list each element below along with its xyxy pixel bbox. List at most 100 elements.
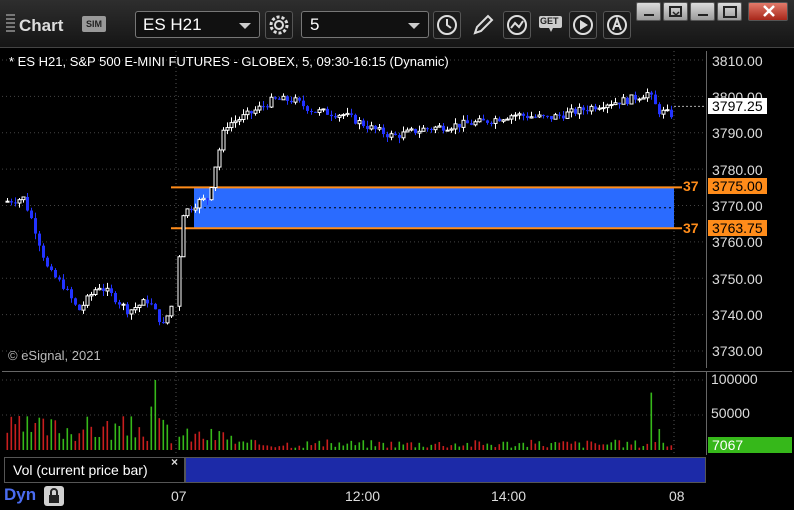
volume-bar <box>490 444 493 450</box>
volume-bar <box>466 442 469 450</box>
chart-header: * ES H21, S&P 500 E-MINI FUTURES - GLOBE… <box>9 54 449 69</box>
replay-button[interactable] <box>569 11 597 39</box>
candle-body <box>618 102 621 105</box>
candle-body <box>213 166 218 189</box>
candle-body <box>93 289 98 295</box>
candle-body <box>241 114 246 121</box>
zone-upper-tag[interactable]: 37 <box>683 178 699 194</box>
volume-bar <box>122 416 125 450</box>
volume-bar <box>50 419 53 450</box>
settings-button[interactable] <box>265 11 293 39</box>
studies-button[interactable] <box>503 11 531 39</box>
volume-bar <box>6 432 9 450</box>
chevron-down-icon[interactable] <box>408 23 420 29</box>
volume-bar <box>350 440 353 450</box>
candle-body <box>221 129 226 151</box>
volume-bar <box>362 440 365 450</box>
minimize-button[interactable] <box>636 2 661 21</box>
get-label: GET <box>540 16 559 26</box>
candle-body <box>589 105 594 112</box>
chevron-down-icon[interactable] <box>239 23 251 29</box>
volume-bar <box>526 446 529 450</box>
close-icon <box>763 5 775 17</box>
volume-bar <box>210 428 213 450</box>
restore-button[interactable] <box>663 2 688 21</box>
candle-body <box>121 303 126 306</box>
volume-bar <box>558 442 561 450</box>
candle-body <box>206 198 209 200</box>
study-wave-icon <box>507 15 527 35</box>
price-tick: 3790.00 <box>712 125 763 141</box>
lock-button[interactable] <box>44 486 64 506</box>
grip-icon[interactable] <box>6 14 15 34</box>
candle-body <box>326 108 329 115</box>
candle-body <box>517 113 522 116</box>
volume-pane[interactable] <box>2 371 706 455</box>
draw-button[interactable] <box>469 11 497 39</box>
volume-bar <box>554 441 557 450</box>
volume-bar <box>502 441 505 450</box>
volume-bar <box>298 445 301 450</box>
volume-bar <box>650 392 653 450</box>
get-data-button[interactable]: GET <box>536 11 564 39</box>
volume-bar <box>670 445 673 450</box>
candle-body <box>337 114 342 118</box>
candle-body <box>97 287 102 291</box>
volume-bar <box>238 441 241 450</box>
price-pane[interactable] <box>2 51 706 368</box>
volume-bar <box>178 436 181 450</box>
volume-bar <box>214 440 217 450</box>
volume-bar <box>454 443 457 450</box>
candle-body <box>634 94 637 100</box>
candle-body <box>38 233 41 246</box>
candle-body <box>569 108 574 113</box>
candle-body <box>637 98 642 101</box>
symbol-value: ES H21 <box>143 15 202 34</box>
candle-body <box>225 127 230 131</box>
price-tick: 3760.00 <box>712 234 763 250</box>
candle-body <box>314 111 317 113</box>
volume-bar <box>150 406 153 450</box>
zone-lower-tag[interactable]: 37 <box>683 220 699 236</box>
candle-body <box>257 105 262 111</box>
volume-bar <box>630 444 633 450</box>
time-template-button[interactable] <box>433 11 461 39</box>
alert-button[interactable] <box>603 11 631 39</box>
dynamic-mode-label[interactable]: Dyn <box>4 485 36 505</box>
candle-body <box>306 106 309 111</box>
volume-bar <box>242 441 245 450</box>
maximize-button[interactable] <box>717 2 742 21</box>
interval-input[interactable]: 5 <box>301 11 429 38</box>
candle-body <box>586 110 589 112</box>
candle-body <box>114 293 117 303</box>
volume-bar <box>158 418 161 450</box>
symbol-input[interactable]: ES H21 <box>135 11 260 38</box>
candle-body <box>30 210 33 219</box>
price-tick: 3730.00 <box>712 343 763 359</box>
candle-body <box>250 111 253 114</box>
volume-bar <box>218 431 221 450</box>
volume-bar <box>642 446 645 450</box>
volume-bar <box>58 433 61 450</box>
candle-body <box>654 94 657 105</box>
candle-body <box>386 134 389 138</box>
volume-bar <box>450 445 453 450</box>
candle-body <box>453 123 458 130</box>
close-button[interactable] <box>748 2 788 21</box>
volume-bar <box>326 439 329 450</box>
volume-bar <box>582 447 585 450</box>
candle-body <box>553 114 558 120</box>
volume-study-label[interactable]: Vol (current price bar) <box>4 457 185 483</box>
candle-body <box>490 122 493 124</box>
volume-bar <box>562 441 565 450</box>
volume-bar <box>498 444 501 450</box>
volume-bar <box>530 439 533 450</box>
volume-bar <box>26 416 29 450</box>
close-study-icon[interactable]: × <box>171 455 178 469</box>
candle-body <box>466 120 469 124</box>
volume-bar <box>226 439 229 450</box>
volume-bar <box>606 444 609 450</box>
volume-bar <box>130 416 133 450</box>
minimize-to-bar-button[interactable] <box>690 2 715 21</box>
candle-body <box>665 109 670 112</box>
